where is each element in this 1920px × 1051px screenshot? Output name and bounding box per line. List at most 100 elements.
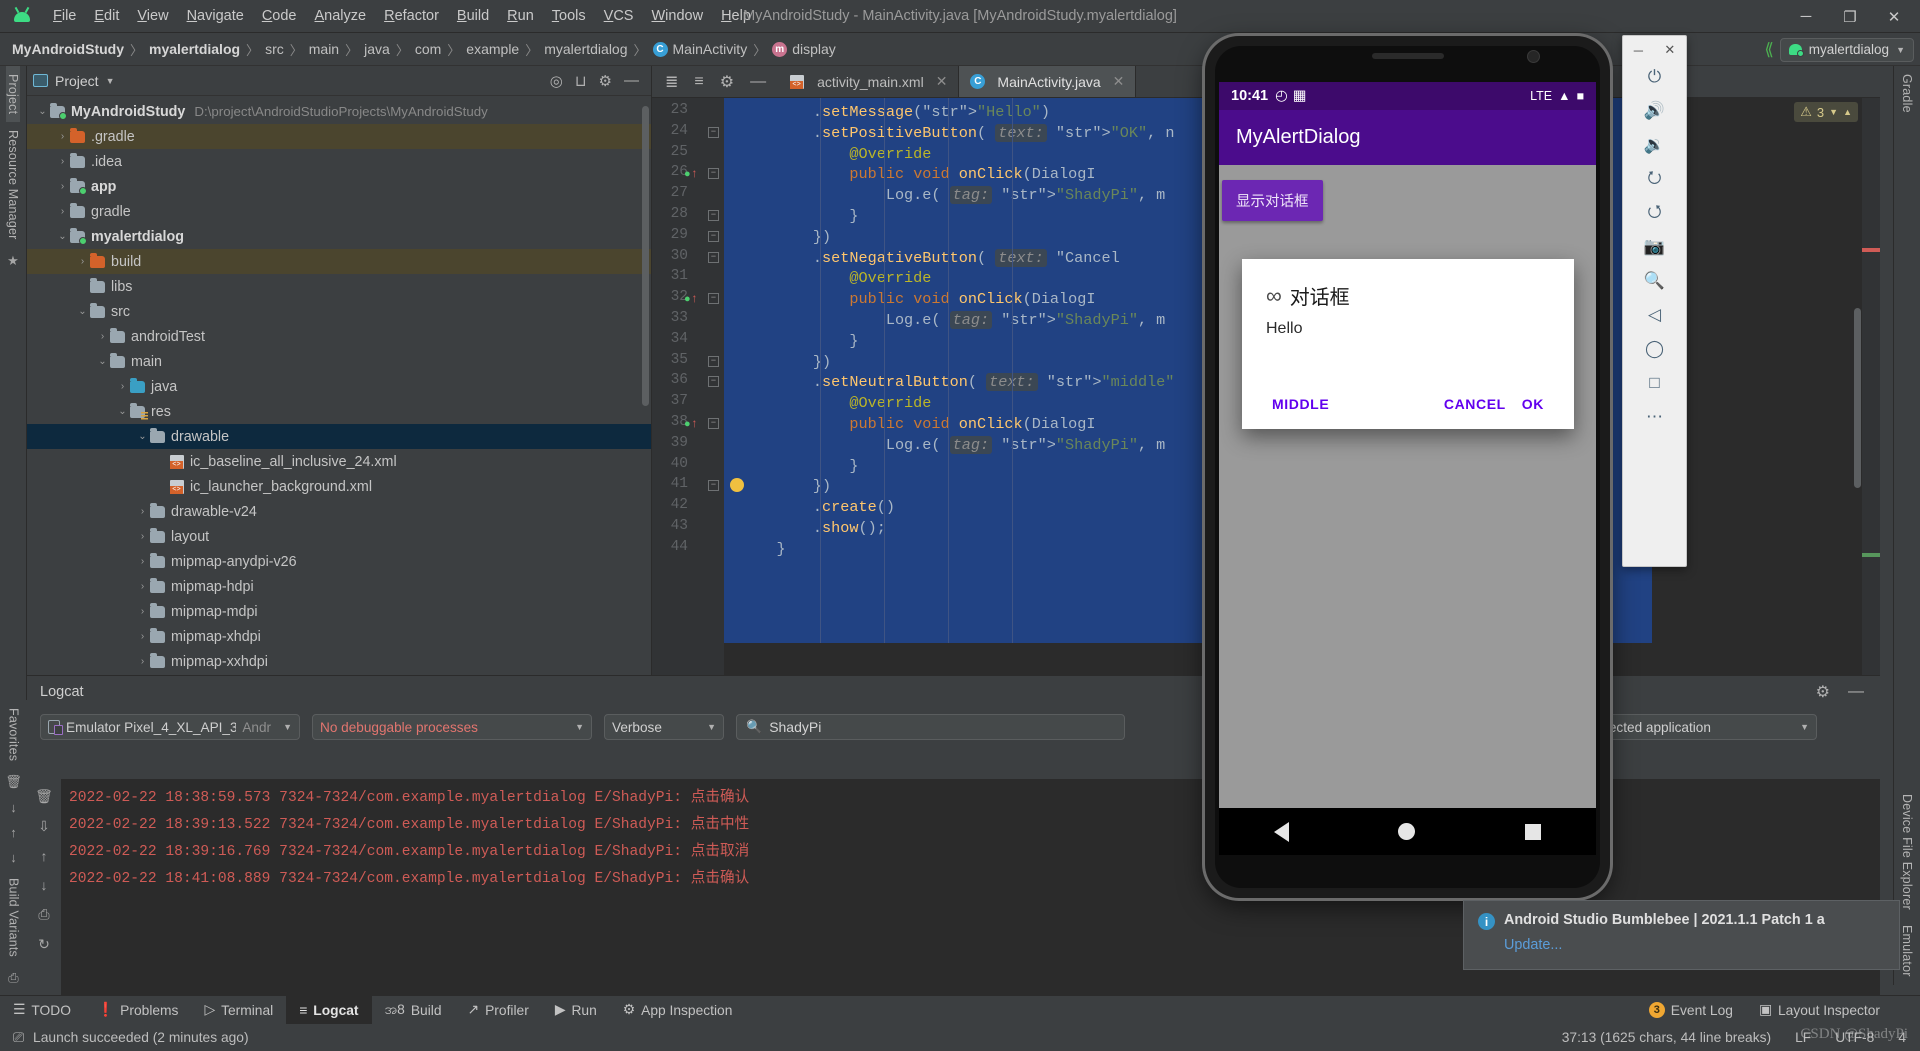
expand-all-icon[interactable]: ≣	[665, 72, 678, 92]
chevron-right-icon[interactable]: ›	[135, 506, 150, 517]
chevron-right-icon[interactable]: ›	[55, 156, 70, 167]
code-line[interactable]: .create()	[724, 497, 895, 518]
left-tool-strip-bottom[interactable]: Favorites 🗑 ↓ ↑ ↓ Build Variants ⎙ »	[0, 700, 27, 990]
restart-icon[interactable]: ↻	[38, 936, 50, 953]
tree-node-ic-launcher-background-xml[interactable]: ic_launcher_background.xml	[27, 474, 651, 499]
code-line[interactable]: }	[724, 539, 786, 560]
sidebar-item-resource-manager[interactable]: Resource Manager	[6, 122, 20, 248]
back-icon[interactable]: ◁	[1623, 298, 1686, 332]
rotate-right-icon[interactable]: ⭯	[1623, 196, 1686, 230]
chevron-down-icon[interactable]: ▼	[283, 722, 292, 732]
chevron-right-icon[interactable]: ›	[135, 581, 150, 592]
chevron-right-icon[interactable]: ›	[135, 606, 150, 617]
menu-item-analyze[interactable]: Analyze	[306, 4, 376, 28]
chevron-right-icon[interactable]: ›	[55, 181, 70, 192]
logcat-header-actions[interactable]: ⚙ —	[1816, 682, 1880, 702]
maximize-button[interactable]: ❐	[1828, 0, 1872, 33]
tree-node-app[interactable]: ›app	[27, 174, 651, 199]
run-config-selector[interactable]: myalertdialog ▼	[1780, 38, 1914, 62]
overview-icon[interactable]: □	[1623, 366, 1686, 400]
menu-item-tools[interactable]: Tools	[543, 4, 595, 28]
emulator-screen[interactable]: 10:41 ◴ ▦ LTE ▲ ■ MyAlertDialog 显示对话框 ∞ …	[1219, 82, 1596, 855]
code-line[interactable]: .setNegativeButton( text: "Cancel	[724, 248, 1120, 269]
menu-item-refactor[interactable]: Refactor	[375, 4, 448, 28]
code-fold-toggle[interactable]: −	[708, 252, 719, 263]
device-selector[interactable]: Emulator Pixel_4_XL_API_30 Andr ▼	[40, 714, 300, 740]
chevron-down-icon[interactable]: ⌄	[75, 306, 90, 317]
bottom-item-layout-inspector[interactable]: ▣ Layout Inspector	[1746, 996, 1920, 1025]
print-icon[interactable]: ⎙	[38, 906, 49, 923]
code-fold-toggle[interactable]: −	[708, 210, 719, 221]
bottom-item-terminal[interactable]: ▷Terminal	[191, 996, 286, 1025]
zoom-icon[interactable]: 🔍	[1623, 264, 1686, 298]
breadcrumb-item-java[interactable]: java	[364, 41, 390, 57]
sidebar-item-favorites[interactable]: Favorites	[7, 700, 21, 769]
code-fold-toggle[interactable]: −	[708, 168, 719, 179]
breadcrumb-item-myandroidstudy[interactable]: MyAndroidStudy	[12, 41, 124, 57]
collapse-all-icon[interactable]: ⊔	[575, 72, 587, 90]
bottom-item-logcat[interactable]: ≡Logcat	[286, 996, 371, 1025]
override-marker-icon[interactable]: ●↑	[684, 291, 698, 307]
inspection-warning-badge[interactable]: ⚠ 3 ▼ ▲	[1794, 102, 1858, 122]
logcat-search-input[interactable]: 🔍 ShadyPi	[736, 714, 1125, 740]
chevron-down-icon[interactable]: ⌄	[35, 106, 50, 117]
chevron-down-icon[interactable]: ⌄	[115, 406, 130, 417]
breadcrumb-item-main[interactable]: main	[309, 41, 339, 57]
show-dialog-button[interactable]: 显示对话框	[1222, 180, 1323, 221]
chevron-down-icon[interactable]: ▼	[106, 76, 115, 86]
code-line[interactable]: Log.e( tag: "str">"ShadyPi", m	[724, 310, 1165, 331]
up-arrow-icon[interactable]: ↑	[10, 820, 17, 845]
dialog-negative-button[interactable]: CANCEL	[1436, 392, 1514, 416]
scroll-up-icon[interactable]: ↑	[41, 848, 48, 864]
collapse-all-icon[interactable]: ≡	[694, 73, 703, 91]
status-bar-right[interactable]: 37:13 (1625 chars, 44 line breaks) LF UT…	[1562, 1030, 1920, 1045]
bottom-item-app-inspection[interactable]: ⚙App Inspection	[610, 996, 746, 1025]
breadcrumb-item-myalertdialog[interactable]: myalertdialog	[544, 41, 627, 57]
alert-dialog[interactable]: ∞ 对话框 Hello MIDDLE CANCEL OK	[1242, 259, 1574, 429]
intention-bulb-icon[interactable]	[730, 478, 744, 492]
tree-node-drawable-v24[interactable]: ›drawable-v24	[27, 499, 651, 524]
code-line[interactable]: .setNeutralButton( text: "str">"middle"	[724, 372, 1174, 393]
log-level-selector[interactable]: Verbose ▼	[604, 714, 724, 740]
project-panel-actions[interactable]: ◎ ⊔ ⚙ —	[550, 72, 645, 90]
tree-node--gradle[interactable]: ›.gradle	[27, 124, 651, 149]
bottom-item-build[interactable]: အ8Build	[372, 996, 455, 1025]
minimize-button[interactable]: ─	[1784, 0, 1828, 33]
breadcrumb-item-example[interactable]: example	[466, 41, 519, 57]
code-fold-toggle[interactable]: −	[708, 356, 719, 367]
sidebar-item-gradle[interactable]: Gradle	[1900, 66, 1914, 121]
chevron-right-icon[interactable]: ›	[55, 206, 70, 217]
code-line[interactable]: @Override	[724, 144, 931, 165]
chevron-right-icon[interactable]: ›	[135, 656, 150, 667]
menu-item-navigate[interactable]: Navigate	[178, 4, 253, 28]
close-icon[interactable]: ✕	[936, 73, 948, 90]
more-icon[interactable]: ⋯	[1623, 400, 1686, 434]
tree-node-main[interactable]: ⌄main	[27, 349, 651, 374]
tree-node-res[interactable]: ⌄res	[27, 399, 651, 424]
close-button[interactable]: ✕	[1872, 0, 1916, 33]
tree-node-mipmap-mdpi[interactable]: ›mipmap-mdpi	[27, 599, 651, 624]
chevron-right-icon[interactable]: ›	[135, 631, 150, 642]
breadcrumb-item-display[interactable]: mdisplay	[772, 41, 836, 58]
tree-node-myalertdialog[interactable]: ⌄myalertdialog	[27, 224, 651, 249]
power-icon[interactable]: ⏻	[1623, 60, 1686, 94]
close-icon[interactable]: ✕	[1113, 73, 1125, 90]
code-line[interactable]: }	[724, 456, 858, 477]
hide-panel-icon[interactable]: —	[1848, 683, 1864, 701]
tree-node-drawable[interactable]: ⌄drawable	[27, 424, 651, 449]
chevron-down-icon[interactable]: ▼	[575, 722, 584, 732]
volume-up-icon[interactable]: 🔊	[1623, 94, 1686, 128]
tree-node-libs[interactable]: libs	[27, 274, 651, 299]
window-controls[interactable]: ─ ❐ ✕	[1784, 0, 1916, 33]
locate-icon[interactable]: ◎	[550, 72, 563, 90]
camera-icon[interactable]: 📷	[1623, 230, 1686, 264]
project-scrollbar[interactable]	[642, 106, 649, 406]
tree-node-java[interactable]: ›java	[27, 374, 651, 399]
build-hammer-icon[interactable]: ⟪	[1764, 40, 1773, 60]
tree-node-androidtest[interactable]: ›androidTest	[27, 324, 651, 349]
editor-scrollbar[interactable]	[1854, 308, 1861, 488]
menu-item-vcs[interactable]: VCS	[595, 4, 643, 28]
code-line[interactable]: .setMessage("str">"Hello")	[724, 102, 1050, 123]
tree-node-mipmap-anydpi-v26[interactable]: ›mipmap-anydpi-v26	[27, 549, 651, 574]
code-line[interactable]: @Override	[724, 393, 931, 414]
